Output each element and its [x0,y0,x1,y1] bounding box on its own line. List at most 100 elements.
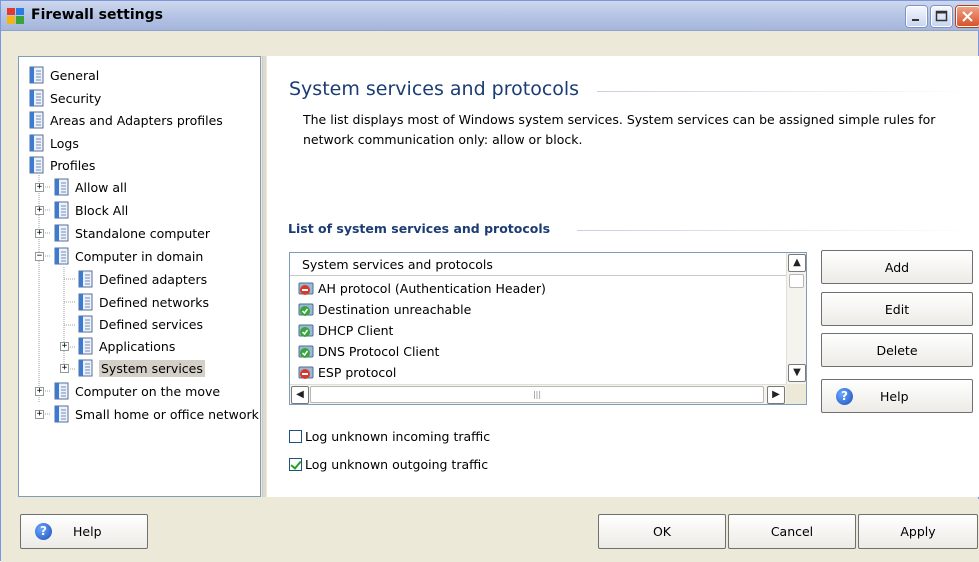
document-icon [78,293,93,311]
maximize-icon [935,10,948,22]
tree-item-defined-networks[interactable]: Defined networks [77,292,209,312]
window-title: Firewall settings [31,7,163,23]
maximize-button[interactable] [931,6,952,27]
tree-item-applications[interactable]: Applications [77,336,175,356]
list-item-label: ESP protocol [318,364,397,380]
list-item[interactable]: ESP protocol [298,361,778,383]
tree-item-computer-on-the-move[interactable]: Computer on the move [53,381,220,401]
document-icon [54,178,69,196]
tree-item-computer-in-domain[interactable]: Computer in domain [53,246,203,266]
avg-logo-icon [7,8,24,24]
delete-button[interactable]: Delete [821,333,973,367]
close-icon [962,11,973,22]
scroll-left-button[interactable]: ◀ [291,386,309,404]
scroll-right-button[interactable]: ▶ [767,386,785,404]
services-list[interactable]: System services and protocols AH protoco… [289,252,807,405]
add-button[interactable]: Add [821,250,973,284]
tree-item-general[interactable]: General [28,65,99,85]
firewall-settings-window: Firewall settings General Security Areas… [0,0,979,562]
scroll-up-button[interactable]: ▲ [788,254,806,272]
page-title: System services and protocols [289,78,580,100]
tree-item-areas-and-adapters[interactable]: Areas and Adapters profiles [28,110,223,130]
expand-toggle[interactable]: + [35,183,44,192]
close-button[interactable] [956,6,979,27]
tree-item-logs[interactable]: Logs [28,133,79,153]
expand-toggle[interactable]: + [35,387,44,396]
expand-toggle[interactable]: + [35,229,44,238]
edit-button[interactable]: Edit [821,292,973,326]
log-outgoing-checkbox[interactable] [289,458,302,471]
allow-rule-icon [298,303,314,316]
help-button-label: Help [880,388,909,404]
collapse-toggle[interactable]: − [35,252,44,261]
cancel-button[interactable]: Cancel [728,514,856,549]
tree-item-small-home-or-office[interactable]: Small home or office network [53,404,259,424]
expand-toggle[interactable]: + [60,342,69,351]
block-rule-icon [298,282,314,295]
document-icon [29,66,44,84]
tree-item-label: System services [99,359,205,377]
log-outgoing-label: Log unknown outgoing traffic [305,457,489,472]
tree-item-defined-services[interactable]: Defined services [77,314,203,334]
settings-tree: General Security Areas and Adapters prof… [18,56,261,497]
document-icon [54,201,69,219]
horizontal-scroll-thumb[interactable]: ||| [310,386,764,403]
page-description: The list displays most of Windows system… [303,112,936,147]
tree-item-block-all[interactable]: Block All [53,200,128,220]
footer-help-button[interactable]: ? Help [20,514,148,549]
tree-item-label: Security [50,90,102,106]
tree-item-label: Logs [50,135,79,151]
log-incoming-option[interactable]: Log unknown incoming traffic [289,429,490,444]
help-icon: ? [836,388,853,405]
vertical-scrollbar[interactable]: ▲ ▼ [786,253,806,384]
tree-item-label: Allow all [75,179,127,195]
expand-toggle[interactable]: + [35,410,44,419]
document-icon [29,89,44,107]
document-icon [54,382,69,400]
tree-item-label: Block All [75,202,129,218]
list-item[interactable]: DHCP Client [298,319,778,341]
document-icon [54,224,69,242]
list-item[interactable]: AH protocol (Authentication Header) [298,277,778,299]
document-icon [78,337,93,355]
tree-item-label: Defined networks [99,294,209,310]
tree-item-label: Defined services [99,316,203,332]
document-icon [78,270,93,288]
tree-item-profiles[interactable]: Profiles [28,155,95,175]
minimize-button[interactable] [906,6,927,27]
help-button[interactable]: ? Help [821,379,973,413]
tree-item-label: Small home or office network [75,406,259,422]
scrollbar-corner [786,384,806,404]
expand-toggle[interactable]: + [60,364,69,373]
horizontal-scrollbar[interactable]: ◀ ||| ▶ [290,384,786,404]
tree-item-label: Standalone computer [75,225,211,241]
tree-item-standalone-computer[interactable]: Standalone computer [53,223,210,243]
tree-item-defined-adapters[interactable]: Defined adapters [77,269,207,289]
list-column-header[interactable]: System services and protocols [290,253,786,276]
scroll-down-button[interactable]: ▼ [788,364,806,382]
document-icon [54,405,69,423]
list-item-label: Destination unreachable [318,301,472,317]
title-divider [597,91,977,92]
block-rule-icon [298,366,314,379]
tree-item-system-services[interactable]: System services [77,358,205,378]
log-outgoing-option[interactable]: Log unknown outgoing traffic [289,457,488,472]
ok-button[interactable]: OK [598,514,726,549]
list-item[interactable]: DNS Protocol Client [298,340,778,362]
log-incoming-checkbox[interactable] [289,430,302,443]
expand-toggle[interactable]: + [35,206,44,215]
tree-item-allow-all[interactable]: Allow all [53,177,127,197]
apply-button[interactable]: Apply [858,514,978,549]
footer-help-label: Help [73,524,102,539]
minimize-icon [912,19,919,21]
vertical-scroll-thumb[interactable] [789,274,804,288]
list-item[interactable]: Destination unreachable [298,298,778,320]
section-title: List of system services and protocols [288,221,551,236]
panel-splitter[interactable] [262,56,266,497]
tree-item-security[interactable]: Security [28,88,101,108]
title-bar[interactable]: Firewall settings [1,1,979,31]
tree-item-label: Areas and Adapters profiles [50,112,223,128]
document-icon [78,359,93,377]
document-icon [54,247,69,265]
document-icon [78,315,93,333]
